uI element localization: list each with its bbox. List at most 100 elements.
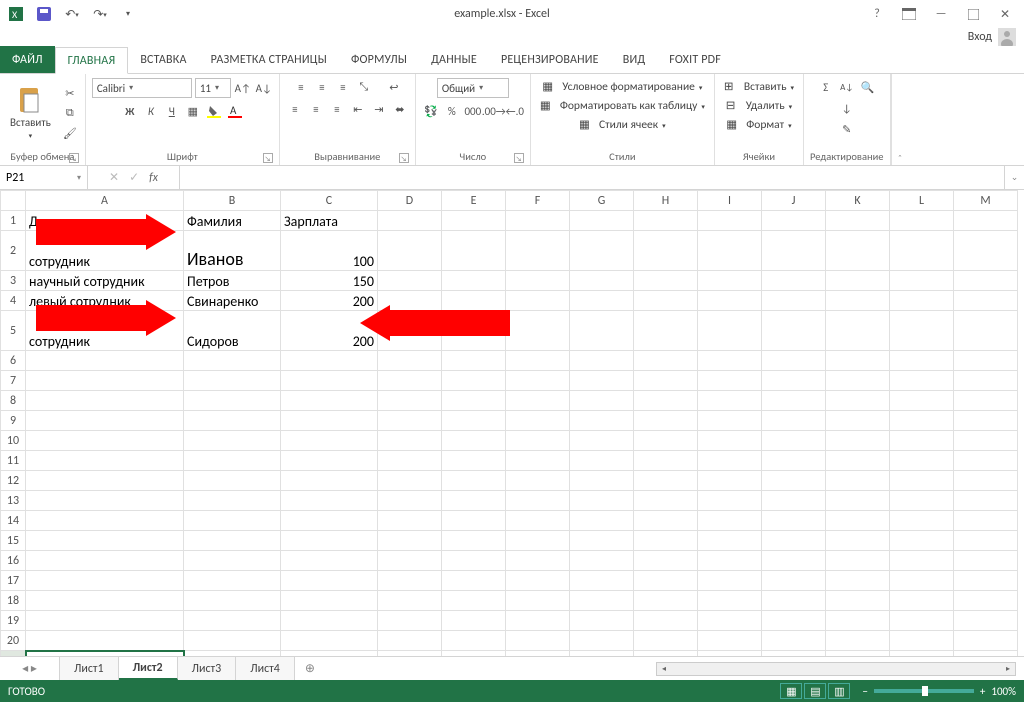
- cell[interactable]: [826, 551, 890, 571]
- cell[interactable]: 100: [281, 231, 378, 271]
- cell[interactable]: [378, 611, 442, 631]
- redo-icon[interactable]: ↷▾: [92, 6, 108, 22]
- cell[interactable]: [954, 631, 1018, 651]
- cell[interactable]: [698, 631, 762, 651]
- minimize-icon[interactable]: —: [932, 5, 950, 23]
- decrease-font-icon[interactable]: A↓: [255, 79, 273, 97]
- cell[interactable]: [634, 351, 698, 371]
- cell[interactable]: [954, 551, 1018, 571]
- font-color-icon[interactable]: A: [226, 102, 244, 120]
- cell[interactable]: [698, 291, 762, 311]
- cell[interactable]: [826, 391, 890, 411]
- cell[interactable]: [26, 531, 184, 551]
- font-size-combo[interactable]: 11▾: [195, 78, 231, 98]
- cell[interactable]: [184, 591, 281, 611]
- sheet-tab-4[interactable]: Лист4: [236, 657, 295, 680]
- row-header[interactable]: 5: [1, 311, 26, 351]
- cell[interactable]: [442, 371, 506, 391]
- cell[interactable]: [570, 491, 634, 511]
- row-header[interactable]: 13: [1, 491, 26, 511]
- cell[interactable]: [954, 471, 1018, 491]
- format-cells-button[interactable]: ▦Формат▾: [723, 116, 794, 134]
- cell[interactable]: [281, 511, 378, 531]
- cell[interactable]: [762, 611, 826, 631]
- cell[interactable]: [506, 651, 570, 657]
- cell[interactable]: [698, 271, 762, 291]
- col-header[interactable]: A: [26, 191, 184, 211]
- cell[interactable]: [890, 591, 954, 611]
- cell[interactable]: [184, 531, 281, 551]
- cell[interactable]: [26, 651, 184, 657]
- cell[interactable]: [890, 451, 954, 471]
- cell[interactable]: [634, 511, 698, 531]
- align-top-icon[interactable]: ≡: [292, 78, 310, 96]
- cell[interactable]: [762, 591, 826, 611]
- cell[interactable]: Зарплата: [281, 211, 378, 231]
- cell[interactable]: [826, 211, 890, 231]
- cell[interactable]: [634, 571, 698, 591]
- cell[interactable]: [698, 551, 762, 571]
- autosum-icon[interactable]: Σ: [817, 78, 835, 96]
- cell[interactable]: [826, 271, 890, 291]
- cell[interactable]: [26, 451, 184, 471]
- collapse-ribbon-icon[interactable]: ˆ: [891, 74, 909, 165]
- cell[interactable]: [890, 371, 954, 391]
- cell[interactable]: [378, 211, 442, 231]
- align-bottom-icon[interactable]: ≡: [334, 78, 352, 96]
- name-box[interactable]: P21▾: [0, 166, 88, 189]
- row-header[interactable]: 6: [1, 351, 26, 371]
- cell[interactable]: [634, 371, 698, 391]
- cell[interactable]: [570, 411, 634, 431]
- cell[interactable]: [826, 631, 890, 651]
- cell[interactable]: Петров: [184, 271, 281, 291]
- sheet-tab-2[interactable]: Лист2: [119, 657, 178, 680]
- cell[interactable]: [26, 471, 184, 491]
- cell[interactable]: [281, 571, 378, 591]
- cell[interactable]: [826, 611, 890, 631]
- cell[interactable]: [378, 571, 442, 591]
- cell[interactable]: [506, 591, 570, 611]
- cell[interactable]: [570, 311, 634, 351]
- cell[interactable]: [890, 611, 954, 631]
- dialog-launcher-icon[interactable]: ↘: [514, 153, 524, 163]
- cell[interactable]: [378, 371, 442, 391]
- cell[interactable]: [954, 511, 1018, 531]
- cell[interactable]: [570, 211, 634, 231]
- cell[interactable]: [762, 231, 826, 271]
- cell[interactable]: [506, 491, 570, 511]
- cell[interactable]: [698, 391, 762, 411]
- cell[interactable]: [698, 411, 762, 431]
- cell[interactable]: [954, 451, 1018, 471]
- cell[interactable]: [506, 391, 570, 411]
- formula-input[interactable]: [180, 166, 1004, 189]
- cell[interactable]: [184, 351, 281, 371]
- fill-icon[interactable]: ↓: [838, 99, 856, 117]
- cell[interactable]: [954, 611, 1018, 631]
- cell[interactable]: [378, 291, 442, 311]
- cell[interactable]: [506, 511, 570, 531]
- cell[interactable]: [762, 391, 826, 411]
- align-middle-icon[interactable]: ≡: [313, 78, 331, 96]
- cell[interactable]: [826, 351, 890, 371]
- dialog-launcher-icon[interactable]: ↘: [263, 153, 273, 163]
- cell[interactable]: [184, 451, 281, 471]
- cell[interactable]: [826, 451, 890, 471]
- cell[interactable]: [26, 431, 184, 451]
- cell[interactable]: [26, 551, 184, 571]
- cell[interactable]: [954, 491, 1018, 511]
- cell[interactable]: [954, 211, 1018, 231]
- cell[interactable]: [570, 431, 634, 451]
- copy-icon[interactable]: ⧉: [61, 104, 79, 122]
- cell[interactable]: [634, 651, 698, 657]
- cell[interactable]: [698, 211, 762, 231]
- formula-bar-expand-icon[interactable]: ⌄: [1004, 166, 1024, 189]
- fill-color-icon[interactable]: [205, 102, 223, 120]
- cell[interactable]: [442, 311, 506, 351]
- cell[interactable]: [378, 531, 442, 551]
- fx-icon[interactable]: fx: [149, 171, 158, 185]
- new-sheet-icon[interactable]: ⊕: [295, 657, 325, 680]
- cell[interactable]: [378, 311, 442, 351]
- tab-formulas[interactable]: ФОРМУЛЫ: [339, 46, 419, 73]
- cell[interactable]: [634, 411, 698, 431]
- row-header[interactable]: 18: [1, 591, 26, 611]
